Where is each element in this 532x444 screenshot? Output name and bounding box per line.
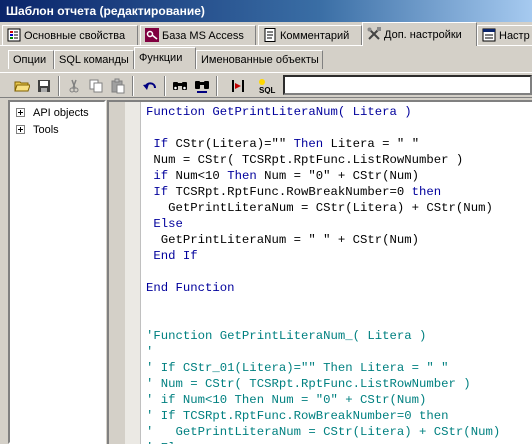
toolbar-separator [58, 76, 60, 96]
code-line[interactable]: 'Function GetPrintLiteraNum_( Litera ) [146, 328, 426, 344]
code-token: 'Function GetPrintLiteraNum_( Litera ) [146, 329, 427, 343]
tab-comment[interactable]: Комментарий [258, 25, 362, 45]
code-token: ' if Num<10 Then Num = "0" + CStr(Num) [146, 393, 427, 407]
tab-ms-access-database[interactable]: База MS Access [140, 25, 256, 45]
toolbar-separator [132, 76, 134, 96]
tab-functions[interactable]: Функции [134, 47, 196, 69]
code-line[interactable]: ' Num = CStr( TCSRpt.RptFunc.ListRowNumb… [146, 376, 471, 392]
tree-item-tools[interactable]: Tools [16, 123, 59, 138]
main-tab-strip: Основные свойства База MS Access Коммент… [0, 22, 532, 46]
tree-item-label: Tools [33, 124, 59, 136]
toolbar-combo-input[interactable] [283, 75, 532, 95]
expand-icon[interactable] [16, 108, 25, 117]
tab-label: База MS Access [162, 30, 244, 42]
code-token: Num<10 [175, 169, 228, 183]
expand-icon[interactable] [16, 125, 25, 134]
tab-label: SQL команды [59, 54, 129, 66]
code-line[interactable]: End Function [146, 280, 235, 296]
code-token: End If [146, 249, 198, 263]
undo-icon[interactable] [140, 76, 160, 96]
editor-margin [109, 102, 125, 444]
sub-tab-strip: Опции SQL команды Функции Именованные об… [0, 47, 532, 70]
open-folder-icon[interactable] [12, 76, 32, 96]
code-token: if [146, 169, 176, 183]
code-token: If [146, 137, 176, 151]
code-line[interactable]: if Num<10 Then Num = "0" + CStr(Num) [146, 168, 419, 184]
copy-icon[interactable] [86, 76, 106, 96]
tab-label: Основные свойства [24, 30, 126, 42]
object-tree[interactable]: API objects Tools [8, 100, 106, 444]
code-line[interactable]: GetPrintLiteraNum = CStr(Litera) + CStr(… [146, 200, 493, 216]
insert-marker-icon[interactable] [228, 76, 248, 96]
code-token: ' GetPrintLiteraNum = CStr(Litera) + CSt… [146, 425, 501, 439]
code-line[interactable]: ' If TCSRpt.RptFunc.RowBreakNumber=0 the… [146, 408, 449, 424]
code-line[interactable]: ' Else [146, 440, 190, 444]
editor-gutter [125, 102, 141, 444]
code-line[interactable]: GetPrintLiteraNum = " " + CStr(Num) [146, 232, 419, 248]
code-token: Else [146, 217, 183, 231]
find-icon[interactable] [170, 76, 190, 96]
tab-options[interactable]: Опции [8, 50, 54, 69]
tab-settings-more[interactable]: Настр [477, 25, 532, 45]
svg-text:SQL: SQL [259, 86, 276, 94]
comment-page-icon [263, 28, 277, 42]
database-key-icon [145, 28, 159, 42]
code-line[interactable]: End If [146, 248, 198, 264]
code-line[interactable]: ' if Num<10 Then Num = "0" + CStr(Num) [146, 392, 426, 408]
code-line[interactable]: If TCSRpt.RptFunc.RowBreakNumber=0 then [146, 184, 441, 200]
cut-icon[interactable] [64, 76, 84, 96]
code-line[interactable]: Else [146, 216, 183, 232]
code-token: Num = CStr( TCSRpt.RptFunc.ListRowNumber… [146, 153, 464, 167]
code-token: ' If TCSRpt.RptFunc.RowBreakNumber=0 the… [146, 409, 449, 423]
code-token: CStr(Litera)="" [175, 137, 294, 151]
code-token: If [146, 185, 176, 199]
code-line[interactable]: ' [146, 344, 153, 360]
code-token: ' Num = CStr( TCSRpt.RptFunc.ListRowNumb… [146, 377, 471, 391]
code-line[interactable]: If CStr(Litera)="" Then Litera = " " [146, 136, 419, 152]
tab-basic-properties[interactable]: Основные свойства [2, 25, 138, 45]
settings-page-icon [482, 28, 496, 42]
tree-item-api-objects[interactable]: API objects [16, 106, 89, 121]
code-line[interactable]: Function GetPrintLiteraNum( Litera ) [146, 104, 412, 120]
code-token: Function GetPrintLiteraNum( Litera ) [146, 105, 412, 119]
code-token: TCSRpt.RptFunc.RowBreakNumber=0 [175, 185, 412, 199]
toolbar-separator [216, 76, 218, 96]
tab-label: Комментарий [280, 30, 350, 42]
code-token: Then [227, 169, 257, 183]
code-token: End Function [146, 281, 235, 295]
tab-label: Настр [499, 30, 530, 42]
paste-icon[interactable] [108, 76, 128, 96]
tab-label: Функции [139, 52, 183, 64]
tab-sql-commands[interactable]: SQL команды [54, 50, 134, 69]
code-token: then [411, 185, 442, 199]
code-token: GetPrintLiteraNum = CStr(Litera) + CStr(… [146, 201, 493, 215]
tab-label: Доп. настройки [384, 29, 462, 41]
code-token: Then [293, 137, 324, 151]
code-token: Litera = " " [323, 137, 420, 151]
find-next-icon[interactable] [192, 76, 212, 96]
toolbar-separator [164, 76, 166, 96]
sql-icon[interactable]: SQL [256, 76, 280, 96]
code-line[interactable]: ' If CStr_01(Litera)="" Then Litera = " … [146, 360, 449, 376]
code-token: Num = "0" + CStr(Num) [256, 169, 420, 183]
code-token: GetPrintLiteraNum = " " + CStr(Num) [146, 233, 420, 247]
tab-label: Именованные объекты [201, 54, 319, 66]
code-line[interactable]: Num = CStr( TCSRpt.RptFunc.ListRowNumber… [146, 152, 463, 168]
code-line[interactable]: ' GetPrintLiteraNum = CStr(Litera) + CSt… [146, 424, 500, 440]
tab-extra-settings[interactable]: Доп. настройки [362, 22, 477, 46]
save-icon[interactable] [34, 76, 54, 96]
tools-icon [367, 27, 381, 41]
code-token: ' [146, 345, 154, 359]
code-token: ' If CStr_01(Litera)="" Then Litera = " … [146, 361, 449, 375]
properties-icon [7, 28, 21, 42]
tree-item-label: API objects [33, 107, 89, 119]
tab-named-objects[interactable]: Именованные объекты [196, 50, 323, 69]
tab-label: Опции [13, 54, 47, 66]
window-title: Шаблон отчета (редактирование) [0, 0, 532, 22]
code-editor[interactable]: Function GetPrintLiteraNum( Litera ) If … [107, 100, 532, 444]
